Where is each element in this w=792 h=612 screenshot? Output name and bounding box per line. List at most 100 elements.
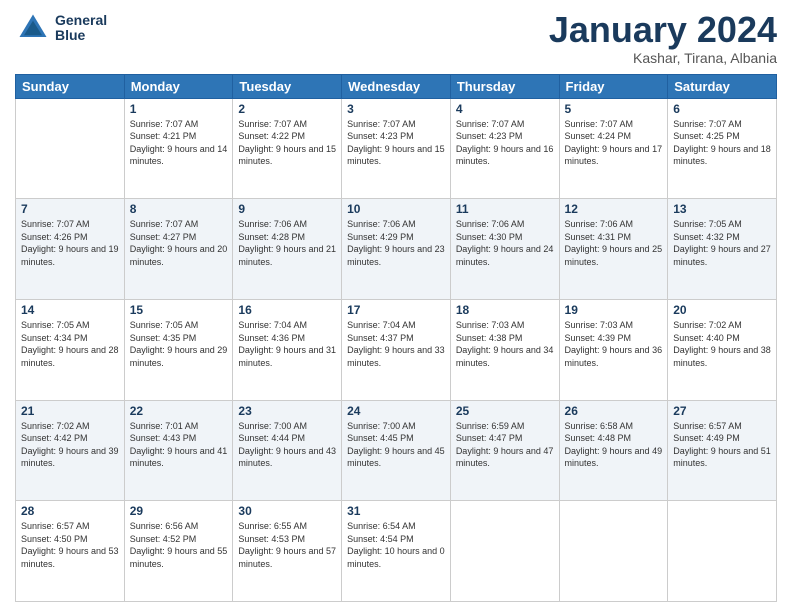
day-info: Sunrise: 6:56 AMSunset: 4:52 PMDaylight:… [130, 520, 228, 570]
calendar-cell: 21 Sunrise: 7:02 AMSunset: 4:42 PMDayligh… [16, 400, 125, 501]
calendar-cell: 12Sunrise: 7:06 AMSunset: 4:31 PMDayligh… [559, 199, 668, 300]
weekday-header-row: SundayMondayTuesdayWednesdayThursdayFrid… [16, 74, 777, 98]
day-number: 3 [347, 102, 445, 116]
day-info: Sunrise: 7:00 AMSunset: 4:44 PMDaylight:… [238, 420, 336, 470]
day-number: 1 [130, 102, 228, 116]
day-number: 12 [565, 202, 663, 216]
calendar-cell: 25Sunrise: 6:59 AMSunset: 4:47 PMDayligh… [450, 400, 559, 501]
day-info: Sunrise: 7:05 AMSunset: 4:34 PMDaylight:… [21, 319, 119, 369]
day-info: Sunrise: 7:07 AMSunset: 4:22 PMDaylight:… [238, 118, 336, 168]
calendar-cell: 16 Sunrise: 7:04 AMSunset: 4:36 PMDayligh… [233, 299, 342, 400]
day-number: 17 [347, 303, 445, 317]
calendar-cell: 13 Sunrise: 7:05 AMSunset: 4:32 PMDayligh… [668, 199, 777, 300]
day-number: 19 [565, 303, 663, 317]
calendar-cell: 17Sunrise: 7:04 AMSunset: 4:37 PMDayligh… [342, 299, 451, 400]
day-number: 31 [347, 504, 445, 518]
location: Kashar, Tirana, Albania [549, 50, 777, 66]
page: General Blue January 2024 Kashar, Tirana… [0, 0, 792, 612]
header: General Blue January 2024 Kashar, Tirana… [15, 10, 777, 66]
day-number: 20 [673, 303, 771, 317]
day-number: 22 [130, 404, 228, 418]
calendar-cell [450, 501, 559, 602]
logo-text: General Blue [55, 13, 107, 44]
day-number: 25 [456, 404, 554, 418]
calendar-cell: 24 Sunrise: 7:00 AMSunset: 4:45 PMDayligh… [342, 400, 451, 501]
calendar-cell: 31Sunrise: 6:54 AMSunset: 4:54 PMDayligh… [342, 501, 451, 602]
day-number: 27 [673, 404, 771, 418]
logo-line2: Blue [55, 28, 107, 43]
calendar-cell: 6Sunrise: 7:07 AMSunset: 4:25 PMDaylight… [668, 98, 777, 199]
calendar-cell [559, 501, 668, 602]
day-info: Sunrise: 7:02 AMSunset: 4:42 PMDaylight:… [21, 420, 119, 470]
calendar-week-row: 1 Sunrise: 7:07 AMSunset: 4:21 PMDaylight… [16, 98, 777, 199]
calendar-cell [16, 98, 125, 199]
day-number: 9 [238, 202, 336, 216]
day-info: Sunrise: 7:05 AMSunset: 4:35 PMDaylight:… [130, 319, 228, 369]
day-info: Sunrise: 7:07 AMSunset: 4:27 PMDaylight:… [130, 218, 228, 268]
day-info: Sunrise: 7:07 AMSunset: 4:26 PMDaylight:… [21, 218, 119, 268]
day-info: Sunrise: 7:01 AMSunset: 4:43 PMDaylight:… [130, 420, 228, 470]
day-info: Sunrise: 7:06 AMSunset: 4:29 PMDaylight:… [347, 218, 445, 268]
logo-line1: General [55, 13, 107, 28]
day-number: 8 [130, 202, 228, 216]
calendar-cell: 1 Sunrise: 7:07 AMSunset: 4:21 PMDaylight… [124, 98, 233, 199]
day-number: 29 [130, 504, 228, 518]
weekday-header-tuesday: Tuesday [233, 74, 342, 98]
day-number: 28 [21, 504, 119, 518]
day-number: 11 [456, 202, 554, 216]
logo: General Blue [15, 10, 107, 46]
day-number: 4 [456, 102, 554, 116]
day-number: 2 [238, 102, 336, 116]
day-info: Sunrise: 7:07 AMSunset: 4:25 PMDaylight:… [673, 118, 771, 168]
day-info: Sunrise: 7:00 AMSunset: 4:45 PMDaylight:… [347, 420, 445, 470]
day-number: 14 [21, 303, 119, 317]
calendar-cell: 18 Sunrise: 7:03 AMSunset: 4:38 PMDayligh… [450, 299, 559, 400]
logo-icon [15, 10, 51, 46]
weekday-header-sunday: Sunday [16, 74, 125, 98]
calendar-cell: 23 Sunrise: 7:00 AMSunset: 4:44 PMDayligh… [233, 400, 342, 501]
day-info: Sunrise: 7:06 AMSunset: 4:30 PMDaylight:… [456, 218, 554, 268]
calendar-week-row: 21 Sunrise: 7:02 AMSunset: 4:42 PMDayligh… [16, 400, 777, 501]
calendar-cell: 26Sunrise: 6:58 AMSunset: 4:48 PMDayligh… [559, 400, 668, 501]
calendar-cell: 3 Sunrise: 7:07 AMSunset: 4:23 PMDaylight… [342, 98, 451, 199]
calendar-cell: 4 Sunrise: 7:07 AMSunset: 4:23 PMDaylight… [450, 98, 559, 199]
day-number: 13 [673, 202, 771, 216]
day-number: 16 [238, 303, 336, 317]
calendar-cell: 9Sunrise: 7:06 AMSunset: 4:28 PMDaylight… [233, 199, 342, 300]
day-number: 23 [238, 404, 336, 418]
day-info: Sunrise: 7:07 AMSunset: 4:24 PMDaylight:… [565, 118, 663, 168]
calendar-cell: 7Sunrise: 7:07 AMSunset: 4:26 PMDaylight… [16, 199, 125, 300]
calendar-cell: 8 Sunrise: 7:07 AMSunset: 4:27 PMDaylight… [124, 199, 233, 300]
month-title: January 2024 [549, 10, 777, 50]
day-info: Sunrise: 6:57 AMSunset: 4:50 PMDaylight:… [21, 520, 119, 570]
day-info: Sunrise: 7:07 AMSunset: 4:23 PMDaylight:… [456, 118, 554, 168]
calendar-cell: 29 Sunrise: 6:56 AMSunset: 4:52 PMDayligh… [124, 501, 233, 602]
day-info: Sunrise: 6:57 AMSunset: 4:49 PMDaylight:… [673, 420, 771, 470]
day-info: Sunrise: 7:02 AMSunset: 4:40 PMDaylight:… [673, 319, 771, 369]
day-info: Sunrise: 7:04 AMSunset: 4:36 PMDaylight:… [238, 319, 336, 369]
weekday-header-friday: Friday [559, 74, 668, 98]
calendar-cell: 15 Sunrise: 7:05 AMSunset: 4:35 PMDayligh… [124, 299, 233, 400]
calendar-week-row: 7Sunrise: 7:07 AMSunset: 4:26 PMDaylight… [16, 199, 777, 300]
day-number: 5 [565, 102, 663, 116]
day-info: Sunrise: 7:03 AMSunset: 4:38 PMDaylight:… [456, 319, 554, 369]
day-number: 21 [21, 404, 119, 418]
calendar-cell: 27 Sunrise: 6:57 AMSunset: 4:49 PMDayligh… [668, 400, 777, 501]
weekday-header-saturday: Saturday [668, 74, 777, 98]
weekday-header-thursday: Thursday [450, 74, 559, 98]
day-number: 24 [347, 404, 445, 418]
day-info: Sunrise: 7:05 AMSunset: 4:32 PMDaylight:… [673, 218, 771, 268]
calendar-cell: 28 Sunrise: 6:57 AMSunset: 4:50 PMDayligh… [16, 501, 125, 602]
day-info: Sunrise: 7:03 AMSunset: 4:39 PMDaylight:… [565, 319, 663, 369]
calendar-cell: 20 Sunrise: 7:02 AMSunset: 4:40 PMDayligh… [668, 299, 777, 400]
title-block: January 2024 Kashar, Tirana, Albania [549, 10, 777, 66]
calendar-cell: 19 Sunrise: 7:03 AMSunset: 4:39 PMDayligh… [559, 299, 668, 400]
day-number: 18 [456, 303, 554, 317]
calendar-cell [668, 501, 777, 602]
day-info: Sunrise: 7:07 AMSunset: 4:23 PMDaylight:… [347, 118, 445, 168]
day-info: Sunrise: 6:58 AMSunset: 4:48 PMDaylight:… [565, 420, 663, 470]
day-info: Sunrise: 7:07 AMSunset: 4:21 PMDaylight:… [130, 118, 228, 168]
calendar-cell: 10Sunrise: 7:06 AMSunset: 4:29 PMDayligh… [342, 199, 451, 300]
day-number: 15 [130, 303, 228, 317]
calendar-cell: 11 Sunrise: 7:06 AMSunset: 4:30 PMDayligh… [450, 199, 559, 300]
